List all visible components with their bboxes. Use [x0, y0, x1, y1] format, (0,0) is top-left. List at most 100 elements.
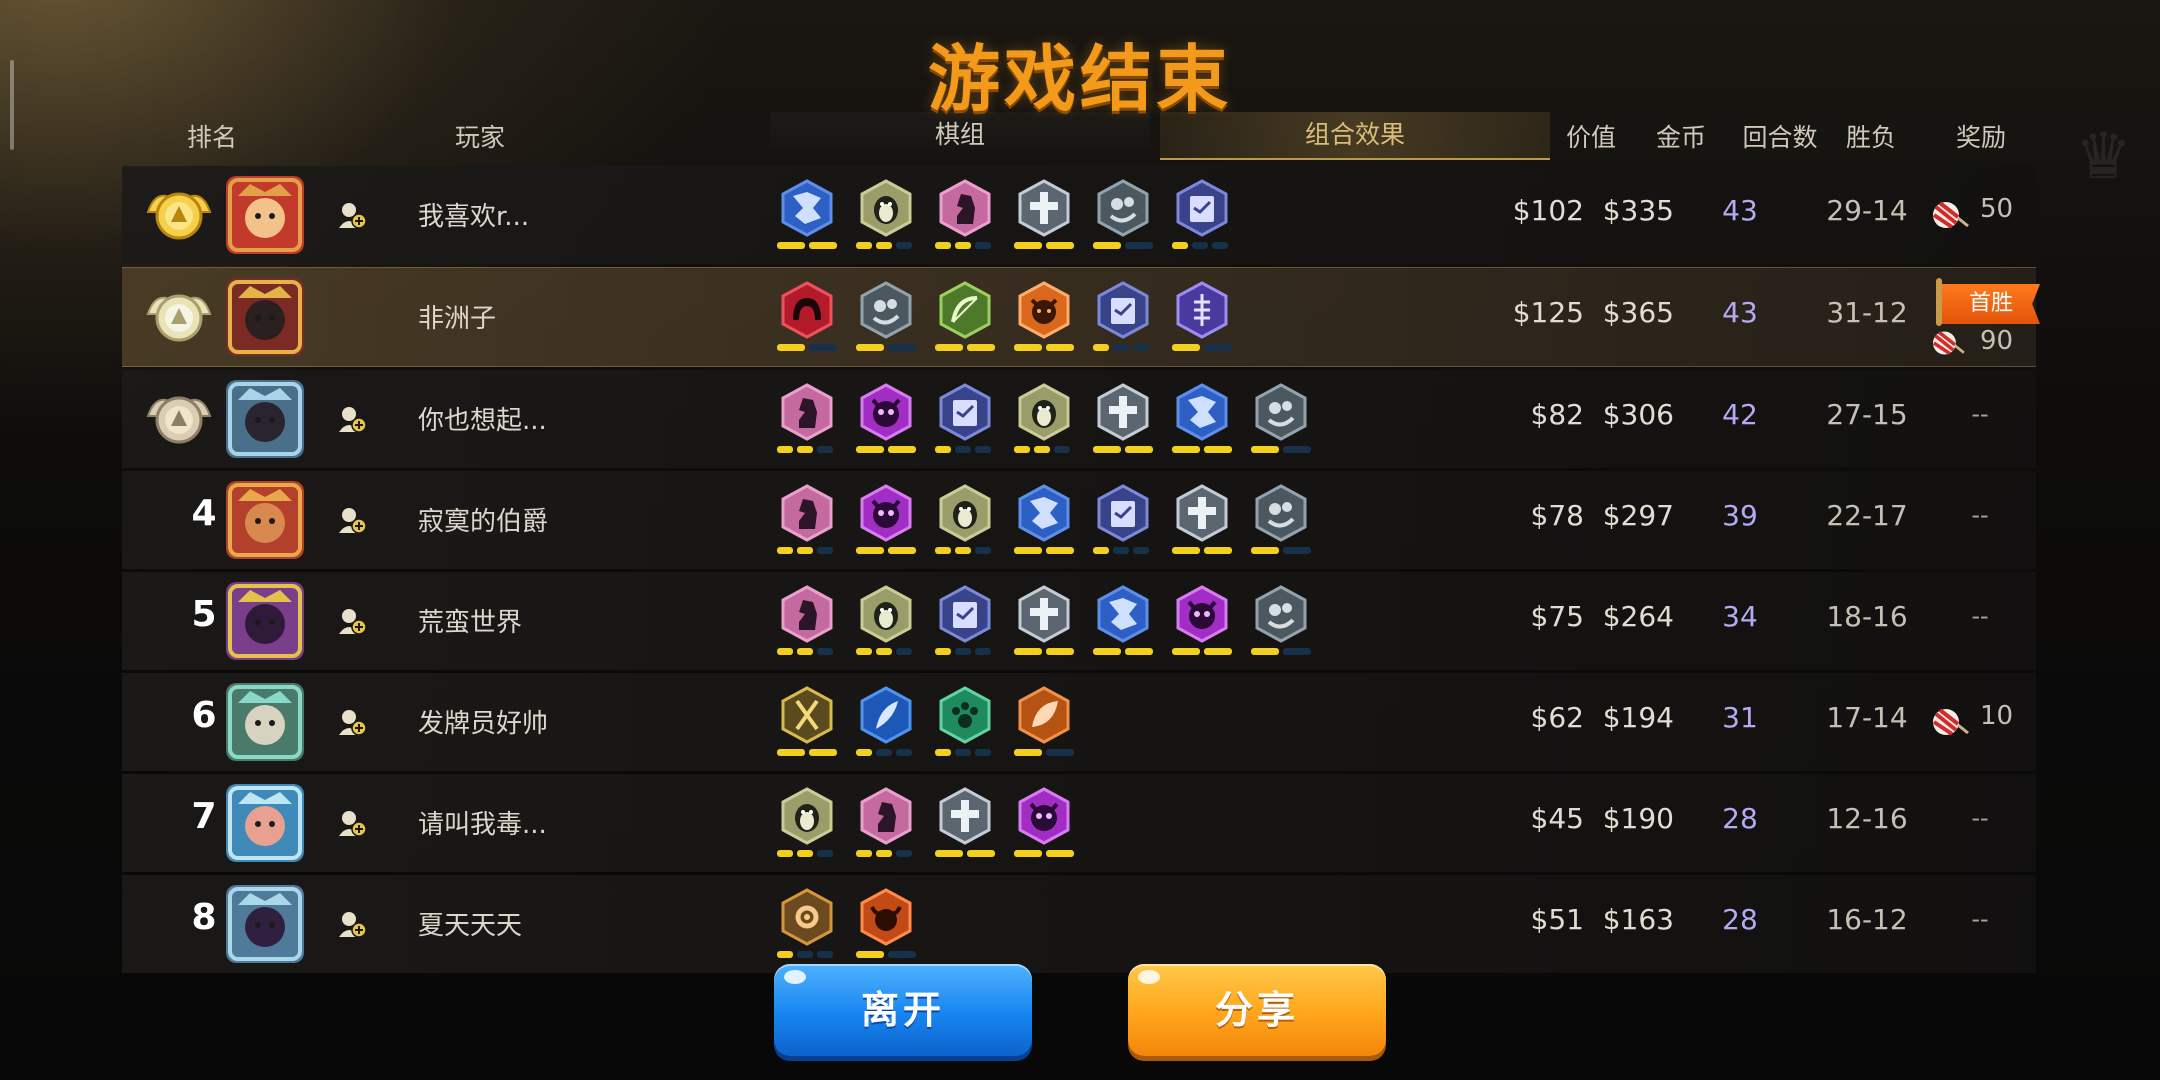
trait-item[interactable] [1014, 483, 1074, 561]
table-row[interactable]: 我喜欢r... $102 $335 43 29-14 50 [122, 166, 2036, 264]
player-avatar[interactable] [226, 380, 304, 458]
candy-icon [1930, 705, 1970, 739]
trait-bar-active [1172, 242, 1188, 249]
grey-swirl-icon [1093, 178, 1153, 238]
trait-bar-active [1093, 648, 1121, 655]
trait-item[interactable] [935, 584, 995, 662]
add-friend-icon[interactable] [337, 606, 367, 636]
trait-item[interactable] [777, 584, 837, 662]
trait-item[interactable] [935, 382, 995, 460]
trait-item[interactable] [856, 786, 916, 864]
trait-item[interactable] [935, 786, 995, 864]
trait-level-bars [1251, 446, 1311, 454]
penguin-icon [935, 483, 995, 543]
trait-bar-active [797, 547, 813, 554]
trait-item[interactable] [777, 483, 837, 561]
trait-item[interactable] [1093, 483, 1153, 561]
trait-item[interactable] [856, 280, 916, 358]
rank-number: 4 [191, 493, 217, 534]
trait-item[interactable] [856, 584, 916, 662]
table-row[interactable]: 非洲子 $125 $365 43 31-12 首胜 90 [122, 267, 2040, 367]
trait-item[interactable] [1093, 280, 1153, 358]
trait-item[interactable] [1172, 178, 1232, 256]
trait-bar-active [1172, 344, 1200, 351]
add-friend-icon[interactable] [337, 404, 367, 434]
trait-item[interactable] [1172, 584, 1232, 662]
player-avatar[interactable] [226, 582, 304, 660]
trait-item[interactable] [1093, 382, 1153, 460]
trait-item[interactable] [777, 786, 837, 864]
table-row[interactable]: 6 发牌员好帅 $62 $194 31 17-14 10 [122, 673, 2036, 771]
trait-level-bars [777, 547, 837, 555]
player-winloss: 17-14 [1826, 701, 1908, 734]
add-friend-icon[interactable] [337, 200, 367, 230]
trait-item[interactable] [777, 280, 837, 358]
crown-decoration-icon: ♛ [2074, 120, 2132, 194]
player-winloss: 29-14 [1826, 194, 1908, 227]
player-avatar[interactable] [226, 481, 304, 559]
share-button[interactable]: 分享 [1128, 964, 1386, 1056]
trait-item[interactable] [856, 887, 916, 965]
trait-item[interactable] [1093, 178, 1153, 256]
trait-item[interactable] [1251, 584, 1311, 662]
trait-item[interactable] [1014, 178, 1074, 256]
table-row[interactable]: 7 请叫我毒... $45 $190 28 12-16 -- [122, 774, 2036, 872]
player-name: 夏天天天 [418, 911, 523, 941]
trait-bar-inactive [1133, 344, 1149, 351]
trait-item[interactable] [856, 178, 916, 256]
table-row[interactable]: 4 寂寞的伯爵 $78 $297 39 22-17 -- [122, 471, 2036, 569]
trait-item[interactable] [935, 178, 995, 256]
player-winloss: 12-16 [1826, 802, 1908, 835]
trait-item[interactable] [777, 887, 837, 965]
table-row[interactable]: 8 夏天天天 $51 $163 28 16-12 -- [122, 875, 2036, 973]
trait-item[interactable] [1014, 584, 1074, 662]
add-friend-icon[interactable] [337, 909, 367, 939]
trait-bar-inactive [1133, 547, 1149, 554]
orange-demon-icon [1014, 280, 1074, 340]
trait-level-bars [935, 446, 995, 454]
player-avatar[interactable] [226, 176, 304, 254]
player-avatar[interactable] [226, 278, 304, 356]
trait-item[interactable] [777, 178, 837, 256]
trait-item[interactable] [856, 685, 916, 763]
trait-item[interactable] [777, 382, 837, 460]
leave-button[interactable]: 离开 [774, 964, 1032, 1056]
purple-fish-icon [1172, 280, 1232, 340]
trait-item[interactable] [935, 280, 995, 358]
trait-item[interactable] [1093, 584, 1153, 662]
player-avatar[interactable] [226, 784, 304, 862]
add-friend-icon[interactable] [337, 707, 367, 737]
trait-item[interactable] [935, 483, 995, 561]
trait-item[interactable] [1172, 483, 1232, 561]
trait-bar-inactive [896, 648, 912, 655]
trait-item[interactable] [1251, 382, 1311, 460]
trait-bar-active [797, 648, 813, 655]
trait-bar-inactive [817, 446, 833, 453]
trait-bar-active [888, 547, 916, 554]
trait-item[interactable] [1014, 786, 1074, 864]
player-avatar[interactable] [226, 683, 304, 761]
table-row[interactable]: 你也想起... $82 $306 42 27-15 -- [122, 370, 2036, 468]
trait-item[interactable] [1014, 280, 1074, 358]
trait-item[interactable] [856, 382, 916, 460]
trait-item[interactable] [856, 483, 916, 561]
trait-item[interactable] [1172, 280, 1232, 358]
tab-pieces[interactable]: 棋组 [770, 112, 1150, 158]
trait-item[interactable] [1172, 382, 1232, 460]
reward-none: -- [1971, 905, 1989, 933]
trait-item[interactable] [777, 685, 837, 763]
trait-item[interactable] [935, 685, 995, 763]
grey-swirl-icon [1251, 483, 1311, 543]
add-friend-icon[interactable] [337, 808, 367, 838]
trait-item[interactable] [1251, 483, 1311, 561]
add-friend-icon[interactable] [337, 505, 367, 535]
tab-combo-effects[interactable]: 组合效果 [1160, 112, 1550, 160]
trait-level-bars [1093, 242, 1153, 250]
trait-level-bars [1172, 344, 1232, 352]
table-row[interactable]: 5 荒蛮世界 $75 $264 34 18-16 -- [122, 572, 2036, 670]
trait-item[interactable] [1014, 382, 1074, 460]
trait-level-bars [1251, 547, 1311, 555]
pink-knight-icon [777, 584, 837, 644]
trait-item[interactable] [1014, 685, 1074, 763]
player-avatar[interactable] [226, 885, 304, 963]
